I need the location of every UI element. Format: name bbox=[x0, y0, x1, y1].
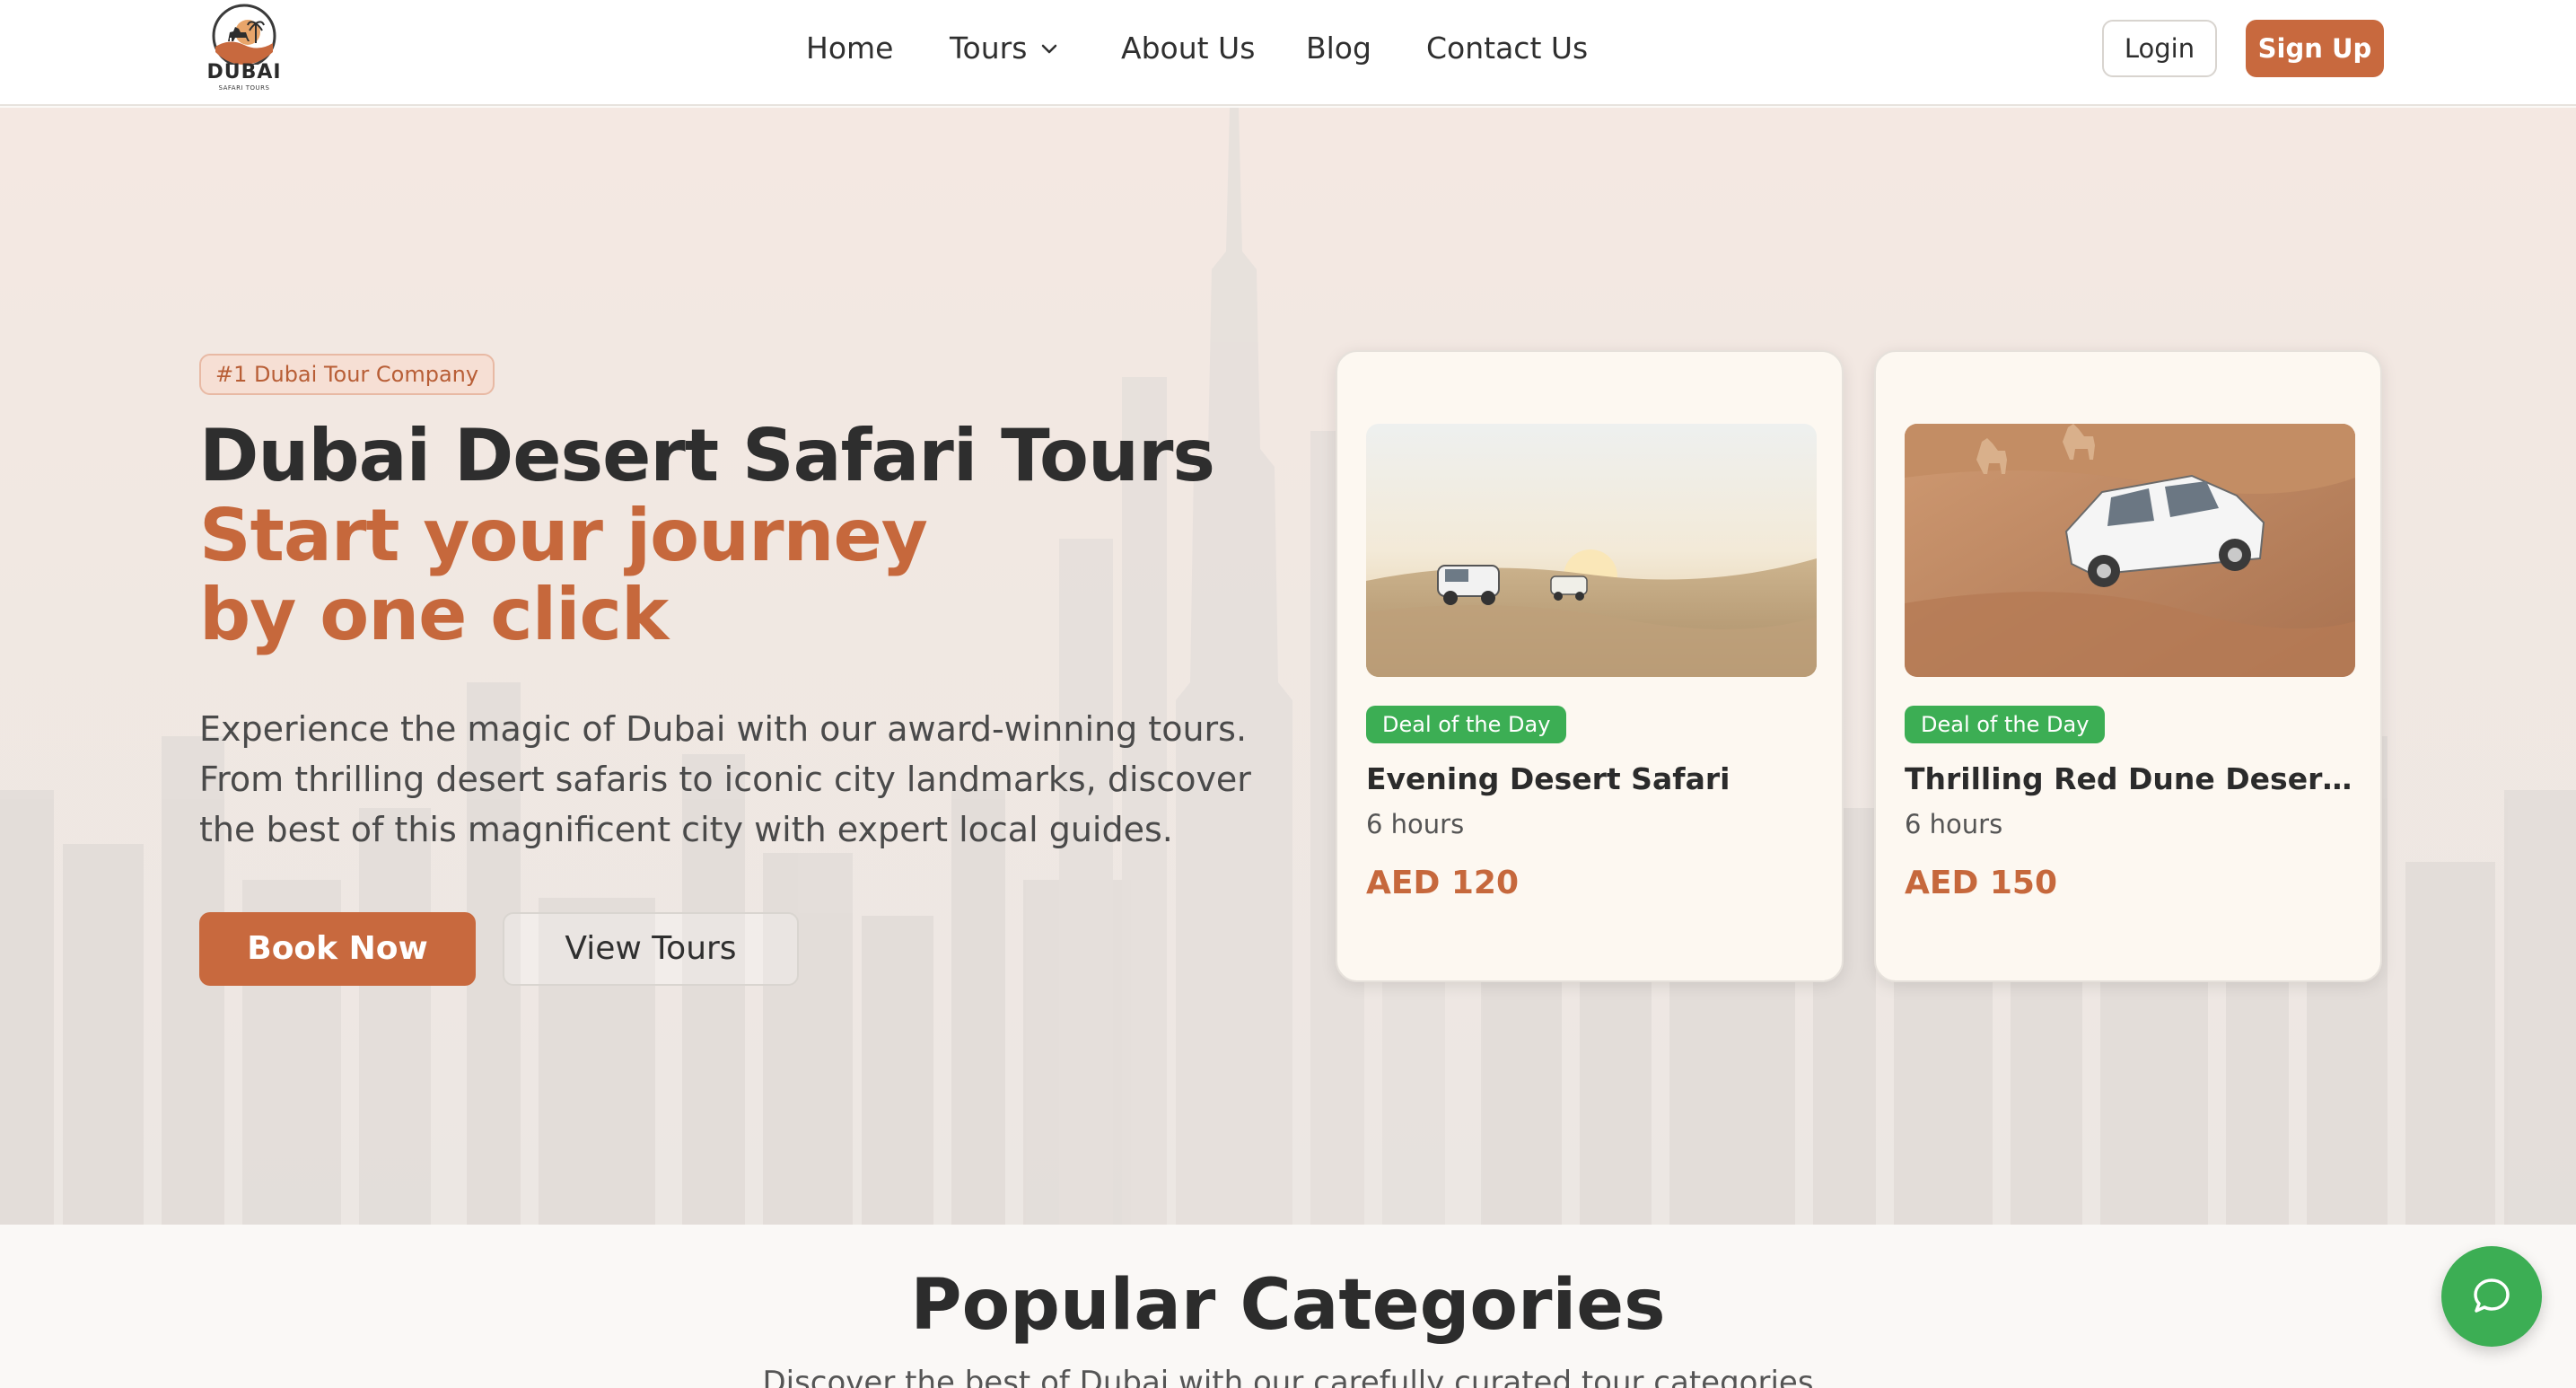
brand-logo[interactable]: DUBAI SAFARI TOURS bbox=[203, 2, 285, 95]
brand-tagline: SAFARI TOURS bbox=[218, 84, 270, 92]
login-button[interactable]: Login bbox=[2102, 20, 2217, 77]
nav-home[interactable]: Home bbox=[806, 27, 893, 70]
hero-accent-line-2: by one click bbox=[199, 573, 669, 656]
chat-bubble-icon bbox=[2474, 1278, 2510, 1313]
nav-blog[interactable]: Blog bbox=[1306, 27, 1371, 70]
hero-badge: #1 Dubai Tour Company bbox=[199, 354, 495, 395]
hero-description: Experience the magic of Dubai with our a… bbox=[199, 709, 1251, 849]
section-subtitle: Discover the best of Dubai with our care… bbox=[762, 1365, 1814, 1388]
deal-card[interactable]: Deal of the Day Thrilling Red Dune Deser… bbox=[1874, 350, 2382, 982]
deal-image-red-dune bbox=[1905, 424, 2355, 677]
signup-button[interactable]: Sign Up bbox=[2246, 20, 2384, 77]
deal-badge: Deal of the Day bbox=[1366, 706, 1567, 743]
deal-image-evening-safari bbox=[1366, 424, 1817, 677]
section-title: Popular Categories bbox=[910, 1265, 1666, 1346]
deal-price: AED 150 bbox=[1905, 865, 2058, 901]
deal-title[interactable]: Evening Desert Safari bbox=[1366, 758, 1817, 801]
deal-duration: 6 hours bbox=[1366, 809, 1465, 839]
hero-accent-line-1: Start your journey bbox=[199, 494, 928, 577]
deal-badge: Deal of the Day bbox=[1905, 706, 2106, 743]
deal-title[interactable]: Thrilling Red Dune Desert... bbox=[1905, 758, 2355, 801]
deal-card[interactable]: Deal of the Day Evening Desert Safari 6 … bbox=[1336, 350, 1844, 982]
nav-tours[interactable]: Tours bbox=[950, 27, 1027, 70]
hero-title: Dubai Desert Safari Tours bbox=[199, 414, 1215, 497]
hero-section: #1 Dubai Tour Company Dubai Desert Safar… bbox=[0, 108, 2576, 1225]
book-now-button[interactable]: Book Now bbox=[199, 912, 476, 986]
camel-sun-icon bbox=[212, 4, 276, 65]
nav-contact[interactable]: Contact Us bbox=[1426, 27, 1588, 70]
site-header: DUBAI SAFARI TOURS Home Tours About Us B… bbox=[0, 0, 2576, 106]
nav-about[interactable]: About Us bbox=[1121, 27, 1255, 70]
view-tours-button[interactable]: View Tours bbox=[503, 912, 799, 986]
chevron-down-icon[interactable] bbox=[1036, 36, 1063, 63]
brand-name: DUBAI bbox=[206, 61, 282, 83]
deal-duration: 6 hours bbox=[1905, 809, 2003, 839]
deal-price: AED 120 bbox=[1366, 865, 1520, 901]
popular-categories-section: Popular Categories Discover the best of … bbox=[0, 1225, 2576, 1388]
chat-button[interactable] bbox=[2441, 1246, 2542, 1347]
